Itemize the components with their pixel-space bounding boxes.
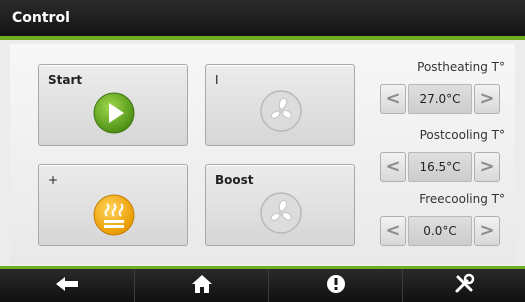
control-screen: Control Start I + Boost Postheating T° <…	[0, 0, 525, 302]
postheating-value[interactable]: 27.0°C	[408, 84, 472, 114]
boost-label: Boost	[215, 173, 254, 187]
postcooling-title: Postcooling T°	[419, 128, 505, 142]
title-bar: Control	[0, 0, 525, 40]
postheating-stepper: < 27.0°C >	[380, 84, 500, 114]
freecooling-increase-button[interactable]: >	[474, 216, 500, 246]
freecooling-title: Freecooling T°	[419, 192, 505, 206]
postheating-title: Postheating T°	[417, 60, 505, 74]
heating-button[interactable]: +	[38, 164, 188, 246]
fan-icon	[259, 89, 303, 137]
postcooling-value[interactable]: 16.5°C	[408, 152, 472, 182]
postcooling-stepper: < 16.5°C >	[380, 152, 500, 182]
home-icon	[191, 274, 213, 298]
play-icon	[92, 91, 136, 139]
back-button[interactable]	[0, 269, 135, 302]
info-icon	[326, 274, 346, 298]
postcooling-increase-button[interactable]: >	[474, 152, 500, 182]
postcooling-decrease-button[interactable]: <	[380, 152, 406, 182]
window-title: Control	[12, 10, 70, 26]
freecooling-value[interactable]: 0.0°C	[408, 216, 472, 246]
control-panel: Start I + Boost Postheating T° < 27.0°C …	[10, 44, 515, 264]
back-arrow-icon	[54, 275, 80, 297]
fan-speed-1-label: I	[215, 73, 219, 87]
freecooling-stepper: < 0.0°C >	[380, 216, 500, 246]
settings-tools-button[interactable]	[403, 269, 525, 302]
info-button[interactable]	[269, 269, 403, 302]
start-label: Start	[48, 73, 83, 87]
start-button[interactable]: Start	[38, 64, 188, 146]
fan-speed-1-button[interactable]: I	[205, 64, 355, 146]
boost-button[interactable]: Boost	[205, 164, 355, 246]
heating-label: +	[48, 173, 59, 187]
tools-icon	[453, 273, 475, 299]
fan-icon	[259, 191, 303, 239]
bottom-nav-bar	[0, 266, 525, 302]
heating-icon	[92, 193, 136, 241]
postheating-decrease-button[interactable]: <	[380, 84, 406, 114]
freecooling-decrease-button[interactable]: <	[380, 216, 406, 246]
home-button[interactable]	[135, 269, 269, 302]
postheating-increase-button[interactable]: >	[474, 84, 500, 114]
